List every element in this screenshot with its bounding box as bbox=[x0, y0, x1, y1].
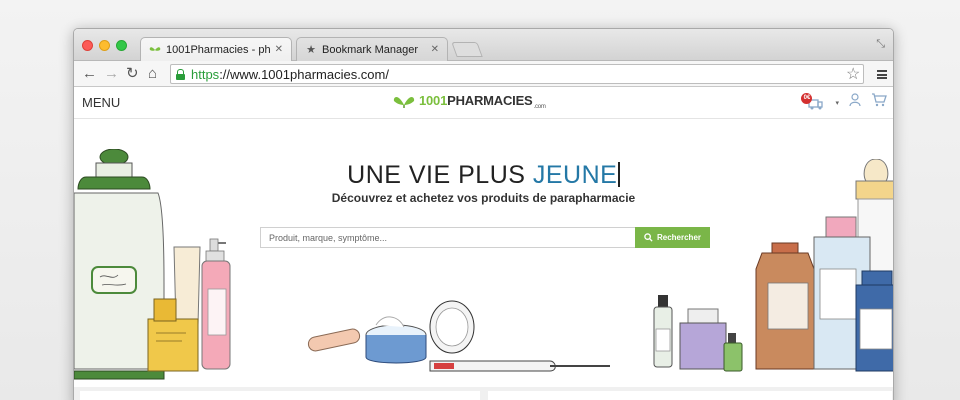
tab-bookmark-manager[interactable]: ★ Bookmark Manager ✕ bbox=[296, 37, 448, 61]
site-search: Produit, marque, symptôme... Rechercher bbox=[260, 227, 710, 248]
logo-text: 1001PHARMACIES.com bbox=[419, 92, 546, 110]
text-cursor bbox=[618, 162, 620, 187]
lock-icon bbox=[176, 68, 185, 80]
cart-badge: 0€ bbox=[801, 92, 813, 104]
promo-card-right[interactable] bbox=[488, 391, 892, 400]
tab-title: Bookmark Manager bbox=[322, 43, 418, 56]
leaf-logo-icon bbox=[393, 97, 415, 108]
leaf-icon bbox=[149, 44, 161, 56]
browser-window: 1001Pharmacies - pharmacie ✕ ★ Bookmark … bbox=[73, 28, 894, 400]
url-scheme: https bbox=[191, 66, 220, 82]
star-icon[interactable]: ☆ bbox=[846, 64, 860, 84]
content-strip bbox=[74, 387, 893, 400]
menu-icon[interactable] bbox=[877, 70, 887, 79]
hero-section: UNE VIE PLUS JEUNE Découvrez et achetez … bbox=[74, 119, 893, 389]
header-actions: 0€ ▾ bbox=[801, 92, 887, 112]
user-icon[interactable] bbox=[849, 93, 861, 112]
window-close-button[interactable] bbox=[82, 40, 93, 51]
site-logo[interactable]: 1001PHARMACIES.com bbox=[392, 91, 546, 110]
hero-headline-accent: JEUNE bbox=[532, 161, 618, 189]
window-maximize-button[interactable] bbox=[116, 40, 127, 51]
tab-1001pharmacies[interactable]: 1001Pharmacies - pharmacie ✕ bbox=[140, 37, 292, 61]
forward-arrow-icon[interactable]: → bbox=[104, 64, 119, 84]
site-header: MENU 1001PHARMACIES.com 0€ ▾ bbox=[74, 87, 893, 119]
cream-thermometer-illustration bbox=[307, 300, 610, 372]
close-icon[interactable]: ✕ bbox=[431, 44, 439, 55]
browser-toolbar: ← → ↻ ⌂ https://www.1001pharmacies.com/ … bbox=[74, 61, 893, 87]
truck-icon[interactable]: 0€ bbox=[801, 92, 825, 111]
cart-icon[interactable] bbox=[871, 93, 887, 112]
search-button[interactable]: Rechercher bbox=[635, 227, 710, 248]
reload-icon[interactable]: ↻ bbox=[126, 64, 139, 84]
home-icon[interactable]: ⌂ bbox=[148, 64, 157, 84]
fullscreen-icon[interactable]: ⤡ bbox=[876, 38, 885, 51]
window-minimize-button[interactable] bbox=[99, 40, 110, 51]
hero-subheadline: Découvrez et achetez vos produits de par… bbox=[331, 191, 636, 205]
url-text: ://www.1001pharmacies.com/ bbox=[219, 66, 389, 82]
search-button-label: Rechercher bbox=[656, 233, 702, 242]
new-tab-button[interactable] bbox=[451, 42, 483, 57]
menu-button[interactable]: MENU bbox=[82, 95, 120, 110]
chevron-down-icon[interactable]: ▾ bbox=[835, 99, 839, 107]
star-icon: ★ bbox=[306, 44, 316, 56]
address-bar[interactable]: https://www.1001pharmacies.com/ bbox=[170, 64, 864, 84]
tab-title: 1001Pharmacies - pharmacie bbox=[166, 43, 271, 56]
search-icon bbox=[644, 233, 653, 242]
back-arrow-icon[interactable]: ← bbox=[82, 64, 97, 84]
search-input[interactable]: Produit, marque, symptôme... bbox=[260, 227, 635, 248]
tab-bar: 1001Pharmacies - pharmacie ✕ ★ Bookmark … bbox=[74, 29, 893, 61]
close-icon[interactable]: ✕ bbox=[275, 44, 283, 55]
hero-headline: UNE VIE PLUS JEUNE bbox=[74, 161, 893, 190]
promo-card-left[interactable] bbox=[80, 391, 480, 400]
